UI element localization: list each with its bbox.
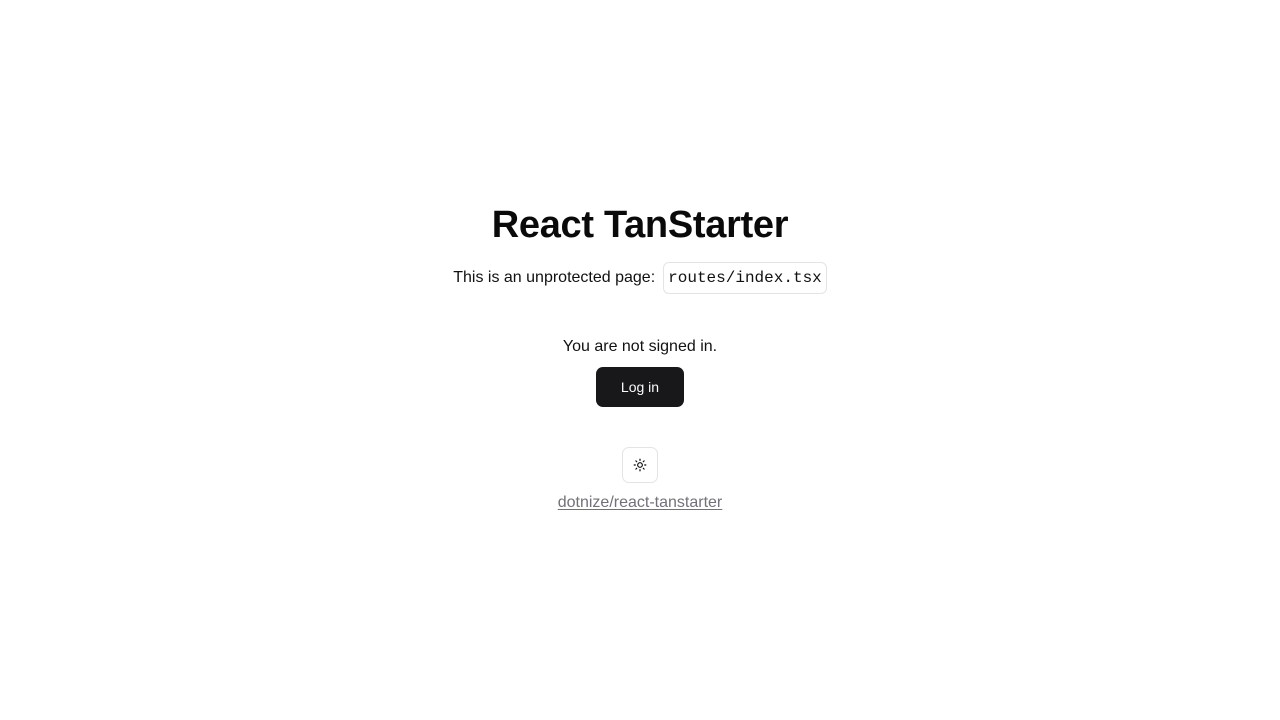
theme-toggle-button[interactable] [622, 447, 658, 483]
route-info-label: This is an unprotected page: [453, 269, 656, 286]
repo-link[interactable]: dotnize/react-tanstarter [558, 494, 723, 511]
sun-icon [633, 458, 647, 472]
route-info: This is an unprotected page: routes/inde… [0, 261, 1280, 295]
signin-status-text: You are not signed in. [562, 338, 718, 355]
page-title: React TanStarter [491, 204, 789, 246]
login-button[interactable]: Log in [596, 367, 684, 407]
page: React TanStarter This is an unprotected … [0, 0, 1280, 720]
route-code-chip: routes/index.tsx [663, 262, 827, 294]
repo-link-container: dotnize/react-tanstarter [0, 493, 1280, 513]
